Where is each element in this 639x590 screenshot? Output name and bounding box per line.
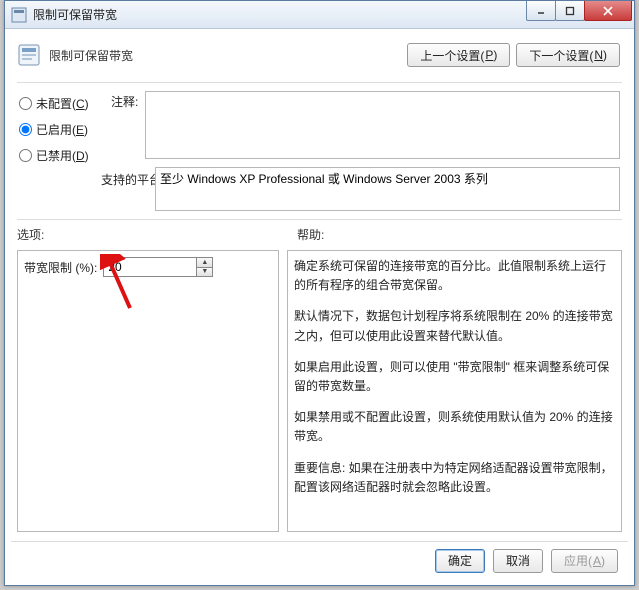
divider (17, 219, 622, 220)
comment-label: 注释: (111, 93, 138, 110)
supported-text: 至少 Windows XP Professional 或 Windows Ser… (155, 167, 620, 211)
help-p3: 如果启用此设置，则可以使用 "带宽限制" 框来调整系统可保留的带宽数量。 (294, 358, 615, 396)
app-icon (11, 7, 27, 23)
titlebar[interactable]: 限制可保留带宽 (5, 1, 634, 29)
options-heading: 选项: (17, 226, 44, 243)
maximize-button[interactable] (555, 1, 585, 21)
radio-not-configured[interactable]: 未配置(C) (19, 93, 105, 113)
help-p1: 确定系统可保留的连接带宽的百分比。此值限制系统上运行的所有程序的组合带宽保留。 (294, 257, 615, 295)
help-p5: 重要信息: 如果在注册表中为特定网络适配器设置带宽限制，配置该网络适配器时就会忽… (294, 459, 615, 497)
bandwidth-limit-label: 带宽限制 (%): (24, 259, 97, 276)
next-setting-button[interactable]: 下一个设置(N) (516, 43, 620, 67)
help-p2: 默认情况下，数据包计划程序将系统限制在 20% 的连接带宽之内，但可以使用此设置… (294, 307, 615, 345)
radio-disabled[interactable]: 已禁用(D) (19, 145, 105, 165)
help-pane: 确定系统可保留的连接带宽的百分比。此值限制系统上运行的所有程序的组合带宽保留。 … (287, 250, 622, 532)
radio-not-configured-input[interactable] (19, 97, 32, 110)
options-pane: 带宽限制 (%): ▲ ▼ (17, 250, 279, 532)
minimize-button[interactable] (526, 1, 556, 21)
ok-button[interactable]: 确定 (435, 549, 485, 573)
comment-textarea[interactable] (145, 91, 620, 159)
state-radio-group: 未配置(C) 已启用(E) 已禁用(D) (19, 93, 105, 171)
radio-enabled[interactable]: 已启用(E) (19, 119, 105, 139)
cancel-button[interactable]: 取消 (493, 549, 543, 573)
bandwidth-limit-input[interactable] (104, 258, 194, 276)
window-title: 限制可保留带宽 (33, 6, 117, 23)
bandwidth-limit-spinner[interactable]: ▲ ▼ (103, 257, 213, 277)
page-title: 限制可保留带宽 (49, 47, 133, 64)
spinner-up-button[interactable]: ▲ (196, 258, 212, 267)
radio-disabled-input[interactable] (19, 149, 32, 162)
prev-setting-button[interactable]: 上一个设置(P) (407, 43, 510, 67)
help-p4: 如果禁用或不配置此设置，则系统使用默认值为 20% 的连接带宽。 (294, 408, 615, 446)
close-button[interactable] (584, 1, 632, 21)
spinner-down-button[interactable]: ▼ (196, 267, 212, 277)
apply-button[interactable]: 应用(A) (551, 549, 618, 573)
help-heading: 帮助: (297, 226, 324, 243)
radio-enabled-input[interactable] (19, 123, 32, 136)
policy-icon (17, 43, 41, 67)
dialog-footer: 确定 取消 应用(A) (11, 541, 628, 579)
